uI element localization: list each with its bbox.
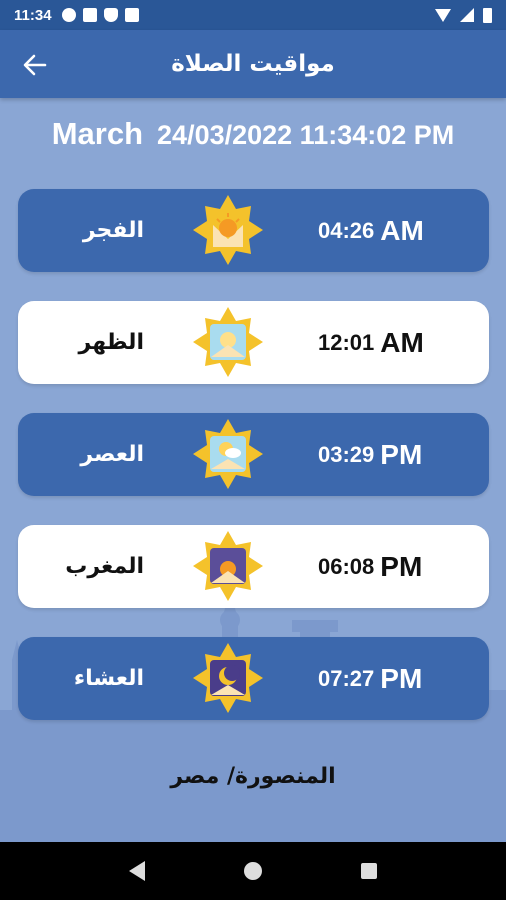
nav-back-icon[interactable] xyxy=(129,861,146,881)
prayer-card-isha[interactable]: العشاء 07:27 PM xyxy=(18,637,489,720)
mail-icon xyxy=(82,8,97,22)
prayer-time-period: PM xyxy=(380,550,423,582)
prayer-time-value: 03:29 xyxy=(318,441,375,467)
prayer-time: 07:27 PM xyxy=(318,637,422,720)
arrow-left-icon xyxy=(23,54,47,76)
gear-icon xyxy=(61,8,76,22)
prayer-name: العصر xyxy=(80,442,144,467)
sun-icon xyxy=(193,307,263,377)
prayer-time: 12:01 AM xyxy=(318,301,424,384)
sunrise-icon xyxy=(193,195,263,265)
prayer-name: الظهر xyxy=(78,330,144,355)
prayer-time-period: AM xyxy=(380,214,424,246)
status-bar: 11:34 xyxy=(0,0,506,30)
sun-cloud-icon xyxy=(193,419,263,489)
moon-icon xyxy=(193,643,263,713)
system-nav-bar xyxy=(0,842,506,900)
prayer-card-dhuhr[interactable]: الظهر 12:01 AM xyxy=(18,301,489,384)
prayer-time: 04:26 AM xyxy=(318,189,424,272)
prayer-card-maghrib[interactable]: المغرب 06:08 PM xyxy=(18,525,489,608)
location-label: المنصورة/ مصر xyxy=(170,763,336,789)
status-time: 11:34 xyxy=(14,6,52,24)
prayer-time-value: 07:27 xyxy=(318,665,375,691)
app-bar: مواقيت الصلاة xyxy=(0,30,506,98)
prayer-card-asr[interactable]: العصر 03:29 PM xyxy=(18,413,489,496)
prayer-time: 06:08 PM xyxy=(318,525,422,608)
back-button[interactable] xyxy=(18,48,52,82)
prayer-time-value: 06:08 xyxy=(318,553,375,579)
datetime-label: 24/03/2022 11:34:02 PM xyxy=(157,120,455,150)
nav-recents-icon[interactable] xyxy=(360,863,377,879)
prayer-time-value: 04:26 xyxy=(318,217,375,243)
prayer-name: المغرب xyxy=(65,554,144,579)
wifi-icon xyxy=(435,8,451,22)
battery-icon xyxy=(483,7,492,23)
month-label: March xyxy=(51,116,144,151)
prayer-time-period: PM xyxy=(380,438,423,470)
page-title: مواقيت الصلاة xyxy=(171,51,335,77)
prayer-time-period: PM xyxy=(380,662,423,694)
prayer-time-value: 12:01 xyxy=(318,329,375,355)
prayer-time-period: AM xyxy=(380,326,424,358)
shield-icon xyxy=(103,8,118,22)
signal-icon xyxy=(460,8,474,22)
sunset-icon xyxy=(193,531,263,601)
date-row: March 24/03/2022 11:34:02 PM xyxy=(0,116,506,156)
prayer-card-fajr[interactable]: الفجر 04:26 AM xyxy=(18,189,489,272)
nav-home-icon[interactable] xyxy=(243,862,262,880)
sd-card-icon xyxy=(124,8,139,22)
prayer-name: الفجر xyxy=(82,218,144,243)
prayer-name: العشاء xyxy=(73,666,144,691)
prayer-time: 03:29 PM xyxy=(318,413,422,496)
